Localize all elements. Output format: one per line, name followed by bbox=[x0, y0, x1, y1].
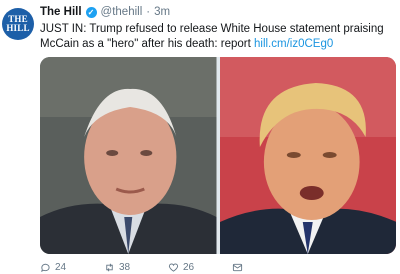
reply-count: 24 bbox=[55, 262, 67, 273]
retweet-button[interactable]: 38 bbox=[104, 262, 168, 273]
reply-button[interactable]: 24 bbox=[40, 262, 104, 273]
direct-message-button[interactable] bbox=[232, 262, 296, 273]
avatar[interactable]: THE HILL bbox=[2, 8, 34, 40]
handle[interactable]: @thehill bbox=[101, 6, 143, 18]
verified-badge-icon: ✓ bbox=[85, 6, 97, 18]
media-grid bbox=[40, 57, 396, 254]
retweet-icon bbox=[106, 263, 113, 272]
tweet-header: The Hill ✓ @thehill · 3m bbox=[40, 6, 170, 18]
direct-message-icon bbox=[232, 263, 243, 272]
heart-icon bbox=[168, 263, 179, 272]
like-count: 26 bbox=[183, 262, 195, 273]
avatar-logo-text: HILL bbox=[6, 23, 30, 33]
reply-icon bbox=[41, 263, 50, 273]
photo-left[interactable] bbox=[40, 57, 217, 254]
like-button[interactable]: 26 bbox=[168, 262, 232, 273]
photo-left-image bbox=[40, 57, 217, 254]
photo-right[interactable] bbox=[219, 57, 396, 254]
tweet-link[interactable]: hill.cm/iz0CEg0 bbox=[254, 38, 333, 50]
photo-right-image bbox=[219, 57, 396, 254]
retweet-count: 38 bbox=[119, 262, 131, 273]
tweet-text: JUST IN: Trump refused to release White … bbox=[40, 22, 396, 52]
display-name[interactable]: The Hill bbox=[40, 6, 82, 18]
tweet-actions: 24 38 26 bbox=[40, 262, 296, 273]
separator: · bbox=[146, 6, 151, 18]
timestamp[interactable]: 3m bbox=[154, 6, 170, 18]
